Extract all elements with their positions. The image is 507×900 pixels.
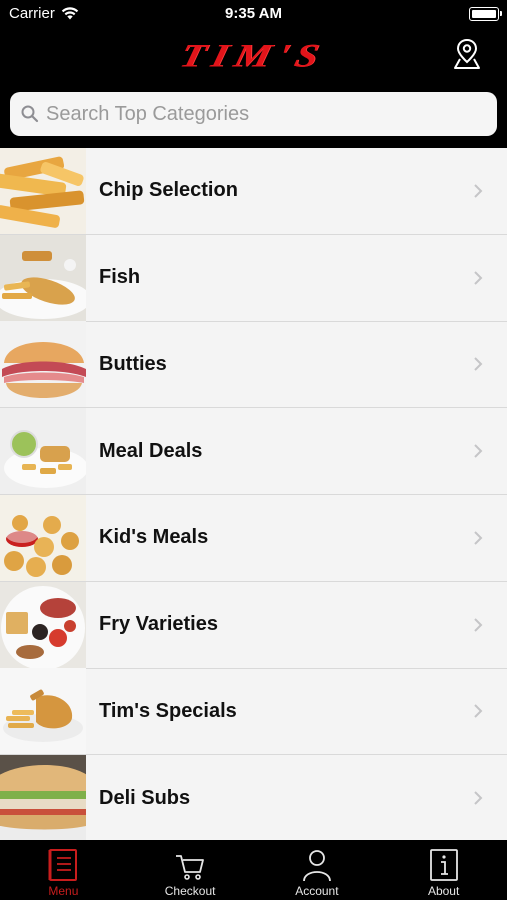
search-icon: [21, 105, 39, 123]
chevron-right-icon: [474, 184, 483, 198]
category-label: Tim's Specials: [99, 699, 237, 722]
user-icon: [302, 850, 331, 882]
cart-icon: [176, 855, 205, 880]
tab-account-label: Account: [295, 884, 339, 898]
kids-meals-image: [0, 494, 86, 581]
chevron-right-icon: [474, 444, 483, 458]
tims-specials-image: [0, 668, 86, 755]
category-row-chip-selection[interactable]: Chip Selection: [0, 148, 507, 235]
info-icon: [429, 849, 458, 881]
chevron-right-icon: [474, 617, 483, 632]
category-label: Fish: [99, 266, 141, 289]
fish-image: [0, 234, 86, 321]
tab-checkout-label: Checkout: [164, 884, 216, 898]
deli-subs-image: [0, 755, 86, 840]
fry-varieties-image: [0, 581, 86, 668]
search-input[interactable]: [46, 102, 497, 126]
nav-bar: TIM'S: [0, 28, 507, 82]
chevron-right-icon: [474, 704, 483, 719]
chevron-right-icon: [474, 357, 483, 372]
tims-logo: TIM'S: [145, 36, 360, 74]
tab-about-label: About: [427, 884, 460, 898]
chevron-right-icon: [474, 791, 483, 805]
category-row-butties[interactable]: Butties: [0, 321, 507, 409]
tab-menu-label: Menu: [48, 884, 79, 898]
meal-deals-image: [0, 408, 86, 495]
category-label: Kid's Meals: [99, 526, 209, 549]
tab-about[interactable]: About: [380, 840, 507, 900]
category-row-deli-subs[interactable]: Deli Subs: [0, 755, 507, 840]
category-label: Deli Subs: [99, 786, 191, 809]
butties-image: [0, 321, 86, 408]
tab-checkout[interactable]: Checkout: [127, 840, 254, 900]
category-label: Fry Varieties: [99, 613, 218, 636]
tab-account[interactable]: Account: [254, 840, 381, 900]
search-bar[interactable]: [10, 92, 497, 136]
battery-icon: [469, 7, 502, 21]
chevron-right-icon: [474, 270, 483, 285]
category-label: Butties: [99, 352, 167, 375]
tab-menu[interactable]: Menu: [0, 840, 127, 900]
category-row-fry-varieties[interactable]: Fry Varieties: [0, 581, 507, 669]
chevron-right-icon: [474, 531, 483, 545]
category-label: Chip Selection: [99, 179, 238, 202]
category-row-tims-specials[interactable]: Tim's Specials: [0, 668, 507, 756]
location-pin-icon[interactable]: [453, 38, 481, 70]
category-label: Meal Deals: [99, 439, 203, 462]
category-list: Chip Selection Fish Butties Meal Deals K…: [0, 148, 507, 840]
category-row-fish[interactable]: Fish: [0, 234, 507, 322]
status-time: 9:35 AM: [225, 5, 282, 22]
status-bar: Carrier 9:35 AM: [0, 0, 507, 28]
chip-selection-image: [0, 148, 86, 234]
tab-bar: Menu Checkout Account About: [0, 840, 507, 900]
logo-text: TIM'S: [175, 36, 330, 74]
search-area: [0, 82, 507, 148]
category-row-kids-meals[interactable]: Kid's Meals: [0, 494, 507, 582]
menu-icon: [48, 849, 78, 881]
category-row-meal-deals[interactable]: Meal Deals: [0, 408, 507, 495]
